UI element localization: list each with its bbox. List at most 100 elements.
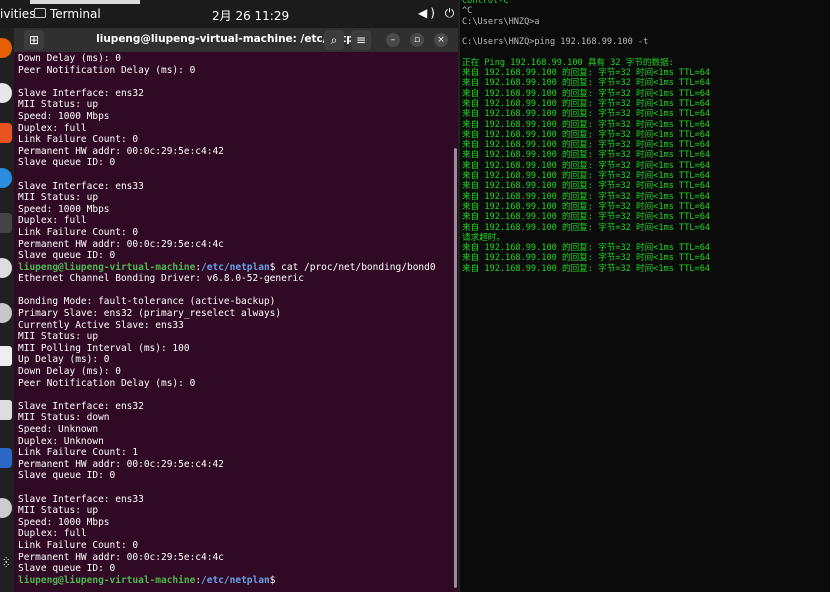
terminal-line: Slave Interface: ens33	[18, 493, 144, 505]
ping-reply: 来自 192.168.99.100 的回复: 字节=32 时间<1ms TTL=…	[462, 263, 711, 274]
terminal-line: Slave queue ID: 0	[18, 157, 116, 169]
ping-reply: 来自 192.168.99.100 的回复: 字节=32 时间<1ms TTL=…	[462, 181, 711, 192]
ping-reply: 来自 192.168.99.100 的回复: 字节=32 时间<1ms TTL=…	[462, 129, 711, 140]
ping-reply: 来自 192.168.99.100 的回复: 字节=32 时间<1ms TTL=…	[462, 160, 711, 171]
clock[interactable]: 2月 26 11:29	[212, 7, 289, 24]
terminal-line: Up Delay (ms): 0	[18, 354, 110, 366]
terminal-line: MII Status: up	[18, 331, 99, 343]
prompt-user: liupeng@liupeng-virtual-machine	[18, 574, 196, 586]
close-icon[interactable]: ×	[434, 33, 448, 47]
system-tray[interactable]: ◀) ⏻	[418, 6, 457, 21]
minimize-icon[interactable]: –	[386, 33, 400, 47]
document-icon[interactable]	[0, 400, 12, 420]
ping-reply: 来自 192.168.99.100 的回复: 字节=32 时间<1ms TTL=…	[462, 98, 711, 109]
terminal-app-icon	[34, 8, 46, 18]
terminal-line: Link Failure Count: 0	[18, 226, 139, 238]
disc-icon[interactable]	[0, 498, 12, 518]
cmd-window[interactable]: Control-C ^C C:\Users\HNZQ>a C:\Users\HNZQ…	[458, 0, 830, 592]
terminal-line: Permanent HW addr: 00:0c:29:5e:c4:42	[18, 458, 224, 470]
terminal-line: Link Failure Count: 0	[18, 539, 139, 551]
scrollbar[interactable]	[454, 148, 457, 588]
window-title: liupeng@liupeng-virtual-machine: /etc/ne…	[96, 33, 372, 45]
disc-icon[interactable]	[0, 258, 12, 278]
ping-reply: 来自 192.168.99.100 的回复: 字节=32 时间<1ms TTL=…	[462, 119, 711, 130]
top-bar: ivities Terminal 2月 26 11:29 ◀) ⏻	[0, 0, 458, 28]
terminal-line: Currently Active Slave: ens33	[18, 319, 184, 331]
ping-reply: 来自 192.168.99.100 的回复: 字节=32 时间<1ms TTL=…	[462, 253, 711, 264]
terminal-line: Peer Notification Delay (ms): 0	[18, 377, 196, 389]
ping-reply: 来自 192.168.99.100 的回复: 字节=32 时间<1ms TTL=…	[462, 78, 711, 89]
ping-reply: 来自 192.168.99.100 的回复: 字节=32 时间<1ms TTL=…	[462, 201, 711, 212]
ping-reply: 来自 192.168.99.100 的回复: 字节=32 时间<1ms TTL=…	[462, 109, 711, 120]
terminal-line: MII Polling Interval (ms): 100	[18, 342, 190, 354]
firefox-icon[interactable]	[0, 38, 12, 58]
disc-icon[interactable]	[0, 303, 12, 323]
ping-reply: 来自 192.168.99.100 的回复: 字节=32 时间<1ms TTL=…	[462, 140, 711, 151]
ping-reply: 来自 192.168.99.100 的回复: 字节=32 时间<1ms TTL=…	[462, 212, 711, 223]
terminal-line: MII Status: up	[18, 505, 99, 517]
ping-reply: 来自 192.168.99.100 的回复: 字节=32 时间<1ms TTL=…	[462, 150, 711, 161]
terminal-line: Permanent HW addr: 00:0c:29:5e:c4:42	[18, 145, 224, 157]
search-icon[interactable]: ⌕	[324, 30, 344, 50]
files-icon[interactable]	[0, 83, 12, 103]
ping-reply: 来自 192.168.99.100 的回复: 字节=32 时间<1ms TTL=…	[462, 88, 711, 99]
terminal-line: Link Failure Count: 0	[18, 134, 139, 146]
terminal-line: Primary Slave: ens32 (primary_reselect a…	[18, 308, 282, 320]
cmd-line: C:\Users\HNZQ>ping 192.168.99.100 -t	[462, 37, 649, 48]
prompt-user: liupeng@liupeng-virtual-machine	[18, 261, 196, 273]
ping-header: 正在 Ping 192.168.99.100 具有 32 字节的数据:	[462, 57, 674, 68]
terminal-line: Ethernet Channel Bonding Driver: v6.8.0-…	[18, 273, 304, 285]
terminal-line: Permanent HW addr: 00:0c:29:5e:c4:4c	[18, 238, 224, 250]
terminal-line: Speed: 1000 Mbps	[18, 516, 110, 528]
cmd-line: C:\Users\HNZQ>a	[462, 16, 540, 27]
terminal-line: Duplex: Unknown	[18, 435, 104, 447]
terminal-line: Slave queue ID: 0	[18, 563, 116, 575]
help-icon[interactable]	[0, 168, 12, 188]
terminal-line: Peer Notification Delay (ms): 0	[18, 64, 196, 76]
notes-icon[interactable]	[0, 346, 12, 366]
terminal-window[interactable]: ⊞ liupeng@liupeng-virtual-machine: /etc/…	[14, 28, 458, 592]
terminal-line: Speed: 1000 Mbps	[18, 110, 110, 122]
prompt-line: liupeng@liupeng-virtual-machine:/etc/net…	[18, 261, 436, 273]
ping-timeout: 请求超时。	[462, 232, 505, 243]
terminal-line: Duplex: full	[18, 215, 87, 227]
ping-reply: 来自 192.168.99.100 的回复: 字节=32 时间<1ms TTL=…	[462, 171, 711, 182]
activities-button[interactable]: ivities	[0, 7, 35, 21]
terminal-line: MII Status: up	[18, 99, 99, 111]
terminal-line: Slave Interface: ens32	[18, 400, 144, 412]
terminal-line: Speed: Unknown	[18, 424, 99, 435]
browser-tab-strip	[30, 0, 140, 4]
terminal-line: Permanent HW addr: 00:0c:29:5e:c4:4c	[18, 551, 224, 563]
terminal-output[interactable]: Down Delay (ms): 0 Peer Notification Dela…	[18, 53, 436, 586]
terminal-line: Duplex: full	[18, 528, 87, 540]
terminal-line: Speed: 1000 Mbps	[18, 203, 110, 215]
menu-icon[interactable]: ≡	[351, 30, 371, 50]
prompt-line: liupeng@liupeng-virtual-machine:/etc/net…	[18, 574, 276, 586]
terminal-line: Bonding Mode: fault-tolerance (active-ba…	[18, 296, 276, 308]
show-apps-icon[interactable]: ⁘ ⁘	[2, 556, 10, 578]
ping-reply: 来自 192.168.99.100 的回复: 字节=32 时间<1ms TTL=…	[462, 222, 711, 233]
ping-reply: 来自 192.168.99.100 的回复: 字节=32 时间<1ms TTL=…	[462, 191, 711, 202]
app-icon[interactable]	[0, 448, 12, 468]
cmd-line	[462, 27, 710, 37]
maximize-icon[interactable]: ▫	[410, 33, 424, 47]
dock: ⁘ ⁘	[0, 28, 14, 592]
software-icon[interactable]	[0, 123, 12, 143]
app-menu-terminal[interactable]: Terminal	[50, 7, 101, 21]
terminal-line: Slave Interface: ens33	[18, 180, 144, 192]
cmd-line	[462, 47, 710, 57]
terminal-line: MII Status: up	[18, 192, 99, 204]
cmd-output[interactable]: Control-C ^C C:\Users\HNZQ>a C:\Users\HNZQ…	[462, 0, 710, 274]
prompt-path: /etc/netplan	[201, 574, 270, 586]
terminal-line: Slave Interface: ens32	[18, 87, 144, 99]
terminal-line: Down Delay (ms): 0	[18, 53, 121, 64]
terminal-header: ⊞ liupeng@liupeng-virtual-machine: /etc/…	[14, 28, 458, 52]
new-tab-icon[interactable]: ⊞	[24, 30, 44, 50]
command-text: cat /proc/net/bonding/bond0	[275, 261, 436, 273]
terminal-icon[interactable]	[0, 213, 12, 233]
